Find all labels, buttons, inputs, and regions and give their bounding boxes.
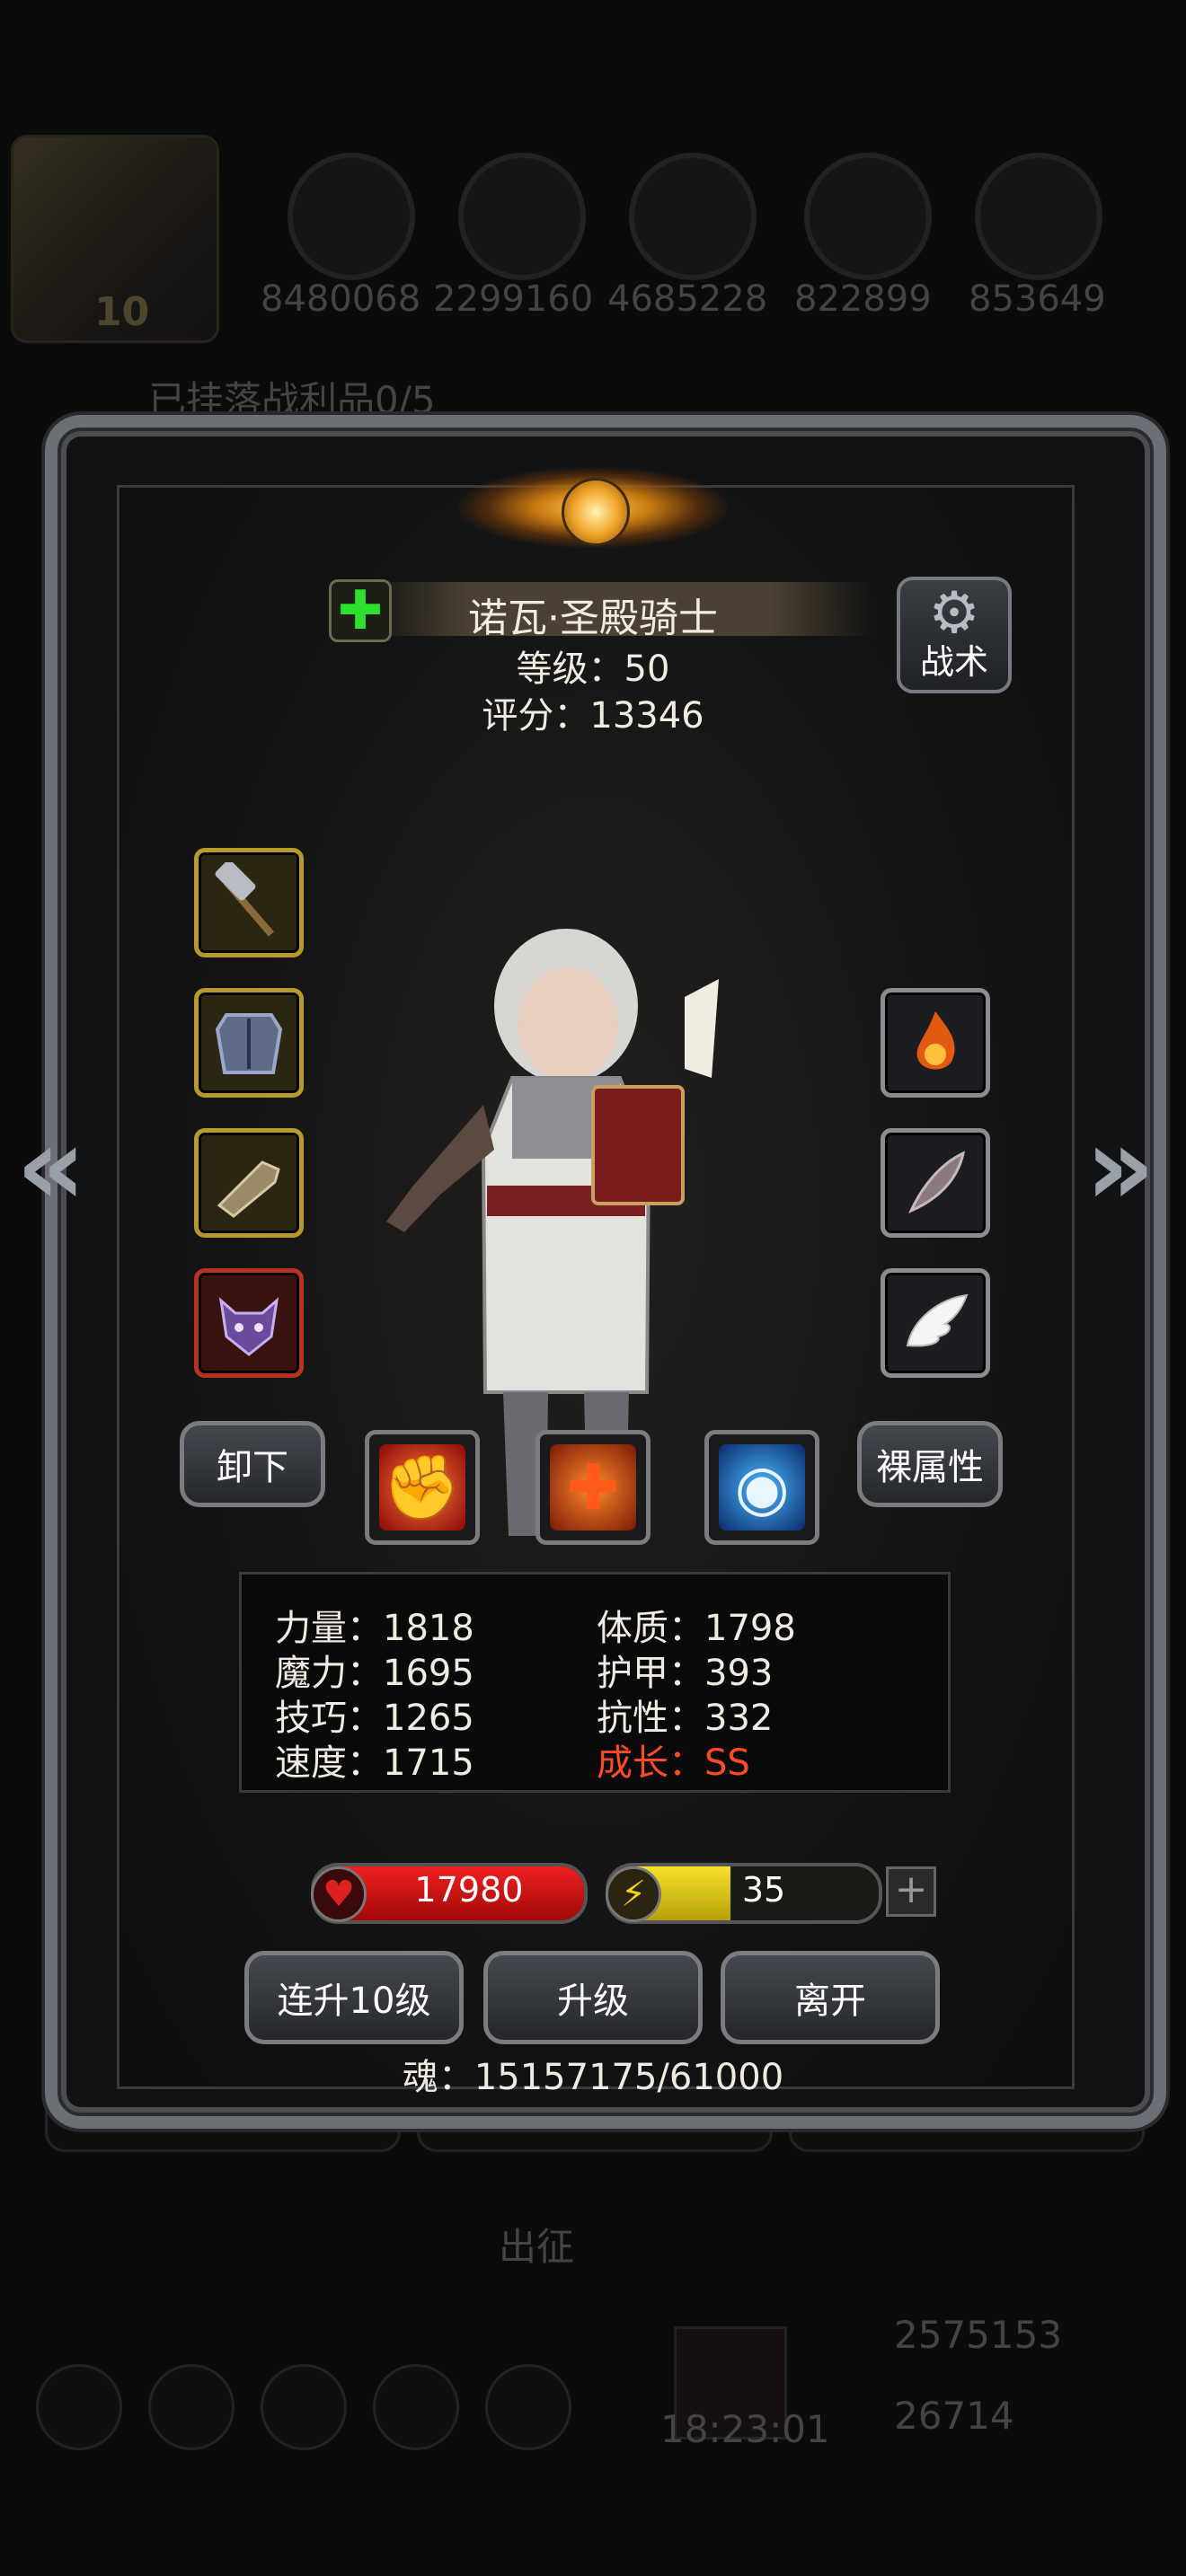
armor-icon xyxy=(215,1013,283,1074)
menu-icon xyxy=(261,2364,347,2450)
hero-score: 评分：13346 xyxy=(482,695,704,737)
skill-slot-3[interactable]: ◉ xyxy=(704,1430,819,1545)
previous-hero-arrow-icon[interactable]: « xyxy=(16,1114,86,1222)
depart-label: 出征 xyxy=(499,2225,575,2269)
tactics-label: 战术 xyxy=(919,642,988,682)
gift-box-icon xyxy=(674,2326,787,2439)
demon-helmet-icon xyxy=(218,1297,279,1356)
resource-value: 2299160 xyxy=(433,278,594,320)
resource-icon xyxy=(804,153,932,280)
resource-icon xyxy=(629,153,757,280)
equip-slot-accessory-2[interactable] xyxy=(881,1128,990,1238)
hero-level: 等级：50 xyxy=(516,648,670,690)
resource-value: 822899 xyxy=(794,278,932,320)
heart-icon: ♥ xyxy=(311,1866,367,1922)
base-attributes-button[interactable]: 裸属性 xyxy=(857,1421,1003,1507)
plus-icon: ✚ xyxy=(337,579,384,642)
hero-name: 诺瓦·圣殿骑士 xyxy=(468,595,718,641)
fire-orb-icon xyxy=(916,1011,955,1070)
gold-amount: 2575153 xyxy=(894,2313,1063,2357)
stat-speed: 速度：1715 xyxy=(275,1742,474,1784)
tactics-button[interactable]: ⚙ 战术 xyxy=(897,577,1012,693)
feather-icon xyxy=(907,1151,966,1213)
unequip-button[interactable]: 卸下 xyxy=(180,1421,325,1507)
lightning-icon: ⚡ xyxy=(606,1866,661,1922)
crest-emblem-icon xyxy=(562,478,630,546)
player-portrait: 10 xyxy=(11,135,219,343)
add-energy-button[interactable]: + xyxy=(886,1866,936,1917)
resource-value: 8480068 xyxy=(261,278,421,320)
gem-amount: 26714 xyxy=(894,2394,1014,2438)
eye-skill-icon: ◉ xyxy=(719,1444,805,1531)
resource-icon xyxy=(288,153,415,280)
menu-icon xyxy=(148,2364,235,2450)
player-level: 10 xyxy=(94,289,150,335)
leave-button[interactable]: 离开 xyxy=(721,1951,940,2044)
wing-icon xyxy=(906,1293,969,1347)
resource-icon xyxy=(975,153,1102,280)
skill-slot-1[interactable]: ✊ xyxy=(365,1430,480,1545)
clock: 18:23:01 xyxy=(660,2407,830,2451)
menu-icon xyxy=(373,2364,459,2450)
hammer-icon xyxy=(215,862,275,937)
resource-value: 4685228 xyxy=(607,278,768,320)
hp-value: 17980 xyxy=(414,1870,524,1910)
level-up-10-button[interactable]: 连升10级 xyxy=(244,1951,464,2044)
resource-value: 853649 xyxy=(969,278,1106,320)
stat-growth: 成长：SS xyxy=(597,1742,750,1784)
fist-skill-icon: ✊ xyxy=(379,1444,465,1531)
equip-slot-gloves[interactable] xyxy=(194,1128,304,1238)
level-up-button[interactable]: 升级 xyxy=(483,1951,703,2044)
heal-cross-skill-icon: ✚ xyxy=(550,1444,636,1531)
next-hero-arrow-icon[interactable]: » xyxy=(1085,1114,1155,1222)
equip-slot-armor[interactable] xyxy=(194,988,304,1098)
add-hero-button[interactable]: ✚ xyxy=(329,579,392,642)
equip-slot-accessory-1[interactable] xyxy=(881,988,990,1098)
menu-icon xyxy=(485,2364,571,2450)
equip-slot-weapon[interactable] xyxy=(194,848,304,957)
gauntlet-icon xyxy=(217,1160,280,1218)
skill-slot-2[interactable]: ✚ xyxy=(535,1430,651,1545)
energy-value: 35 xyxy=(741,1870,786,1910)
equip-slot-helmet[interactable] xyxy=(194,1268,304,1378)
resource-icon xyxy=(458,153,586,280)
equip-slot-accessory-3[interactable] xyxy=(881,1268,990,1378)
menu-icon xyxy=(36,2364,122,2450)
soul-counter: 魂：15157175/61000 xyxy=(402,2057,784,2098)
